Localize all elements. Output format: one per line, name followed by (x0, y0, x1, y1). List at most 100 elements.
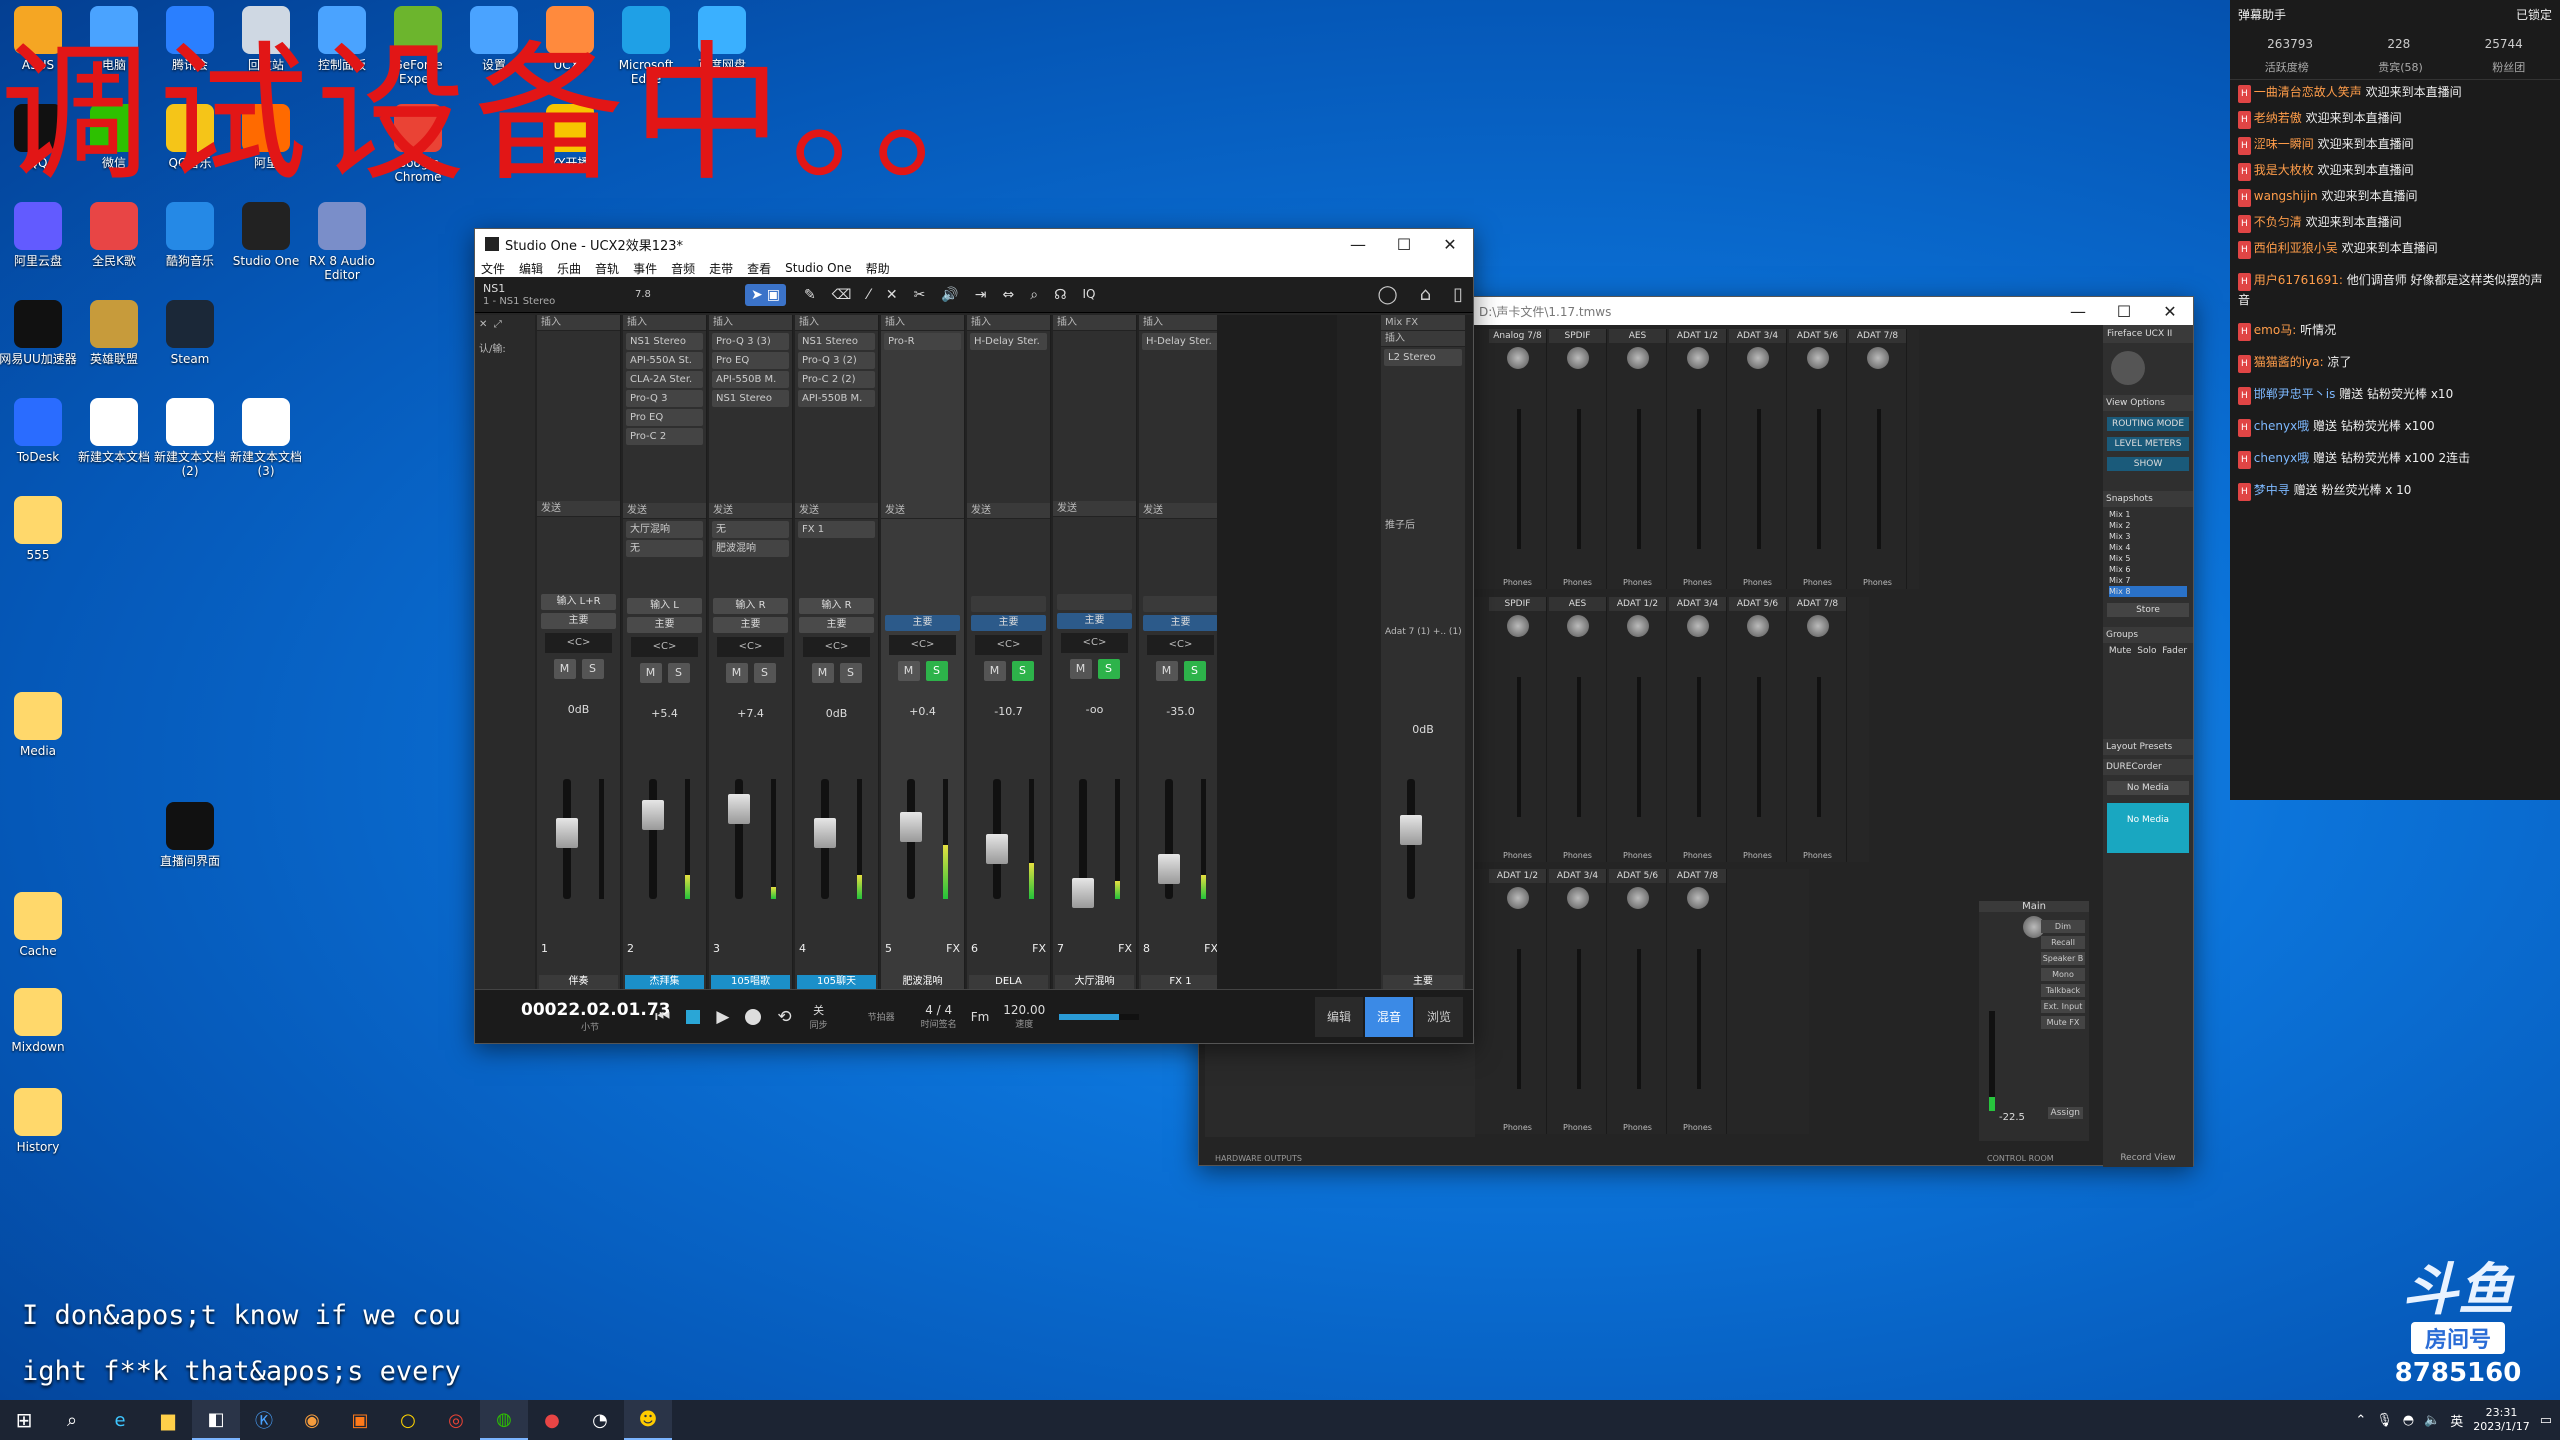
search-icon[interactable]: ⌕ (48, 1400, 96, 1440)
solo-button[interactable]: S (753, 663, 776, 683)
master-volume-slider[interactable] (1059, 1013, 1140, 1020)
close-button[interactable]: ✕ (1427, 235, 1473, 254)
gain-knob[interactable] (1686, 615, 1709, 637)
insert-slot[interactable]: Pro-C 2 (2) (798, 371, 875, 388)
douyu-task-icon[interactable]: ☻ (624, 1400, 672, 1440)
pan-control[interactable]: <C> (975, 635, 1042, 655)
fader-track[interactable] (1637, 409, 1641, 549)
key-value[interactable]: Fm (971, 1010, 990, 1024)
desktop-icon[interactable]: Media (0, 692, 78, 758)
iq-button[interactable]: IQ (1083, 287, 1096, 303)
desktop-icon[interactable]: ToDesk (0, 398, 78, 464)
insert-header[interactable]: 插入 (881, 315, 964, 331)
loop-icon[interactable]: ⟲ (777, 1007, 791, 1027)
desktop-icon[interactable]: 阿里云盘 (0, 202, 78, 268)
edge-icon[interactable]: e (96, 1400, 144, 1440)
insert-slot[interactable]: NS1 Stereo (712, 390, 789, 407)
desktop-icon[interactable]: History (0, 1088, 78, 1154)
channel-name[interactable]: 105唱歌 (711, 975, 790, 989)
fader-track[interactable] (1577, 677, 1581, 817)
mute-button[interactable]: M (897, 661, 920, 681)
store-button[interactable]: Store (2107, 603, 2189, 617)
app-task-icon[interactable]: ◉ (288, 1400, 336, 1440)
kugou-task-icon[interactable]: Ⓚ (240, 1400, 288, 1440)
insert-slot[interactable]: Pro-C 2 (626, 428, 703, 445)
zoom-icon[interactable]: ⌕ (1030, 287, 1038, 303)
solo-button[interactable]: S (1011, 661, 1034, 681)
gain-knob[interactable] (1746, 347, 1769, 369)
insert-header[interactable]: 插入 (709, 315, 792, 331)
input-selector[interactable] (1143, 596, 1218, 612)
desktop-icon[interactable]: 新建文本文档 (2) (150, 398, 230, 478)
main-output-button[interactable]: Ext. Input (2041, 1000, 2085, 1013)
insert-slot[interactable]: NS1 Stereo (798, 333, 875, 350)
snapshot-item[interactable]: Mix 4 (2109, 542, 2187, 553)
send-slot[interactable]: 无 (626, 540, 703, 557)
ime-language[interactable]: 英 (2450, 1411, 2463, 1430)
main-output-button[interactable]: Mono (2041, 968, 2085, 981)
send-header[interactable]: 发送 (1053, 501, 1136, 517)
danmaku-tab[interactable]: 活跃度榜 (2265, 59, 2309, 75)
timer-task-icon[interactable]: ◔ (576, 1400, 624, 1440)
send-slot[interactable]: 大厅混响 (626, 521, 703, 538)
studio-one-task-icon[interactable]: ◧ (192, 1400, 240, 1440)
send-slot[interactable]: FX 1 (798, 521, 875, 538)
chat-nickname[interactable]: 猫猫酱的iya: (2254, 355, 2324, 369)
volume-fader[interactable] (728, 794, 750, 824)
send-header[interactable]: 发送 (537, 501, 620, 517)
insert-slot[interactable]: Pro EQ (712, 352, 789, 369)
channel-name[interactable]: FX 1 (1141, 975, 1220, 989)
main-insert-slot[interactable]: L2 Stereo (1384, 349, 1462, 366)
snapshot-item[interactable]: Mix 6 (2109, 564, 2187, 575)
pan-control[interactable]: <C> (717, 637, 784, 657)
solo-button[interactable]: S (1097, 659, 1120, 679)
split-icon[interactable]: ✂ (914, 287, 926, 303)
maximize-button[interactable]: ☐ (2101, 302, 2147, 321)
solo-button[interactable]: S (1183, 661, 1206, 681)
gain-knob[interactable] (1626, 887, 1649, 909)
output-selector[interactable]: 主要 (713, 617, 788, 633)
chat-nickname[interactable]: 涩味一瞬间 (2254, 137, 2314, 151)
mute-button[interactable]: M (1069, 659, 1092, 679)
input-selector[interactable] (1057, 594, 1132, 610)
input-selector[interactable] (971, 596, 1046, 612)
time-display[interactable]: 00022.02.01.73 小节 (475, 1000, 671, 1033)
main-fader[interactable] (1400, 815, 1422, 845)
snapshot-item[interactable]: Mix 2 (2109, 520, 2187, 531)
insert-slot[interactable]: API-550B M. (798, 390, 875, 407)
input-selector[interactable] (885, 596, 960, 612)
output-selector[interactable]: 主要 (627, 617, 702, 633)
chat-nickname[interactable]: 老纳若傲 (2254, 111, 2302, 125)
volume-fader[interactable] (556, 818, 578, 848)
main-output-button[interactable]: Mute FX (2041, 1016, 2085, 1029)
mute-button[interactable]: M (553, 659, 576, 679)
desktop-icon[interactable]: Steam (150, 300, 230, 366)
fader-track[interactable] (1817, 409, 1821, 549)
pan-control[interactable]: <C> (803, 637, 870, 657)
input-selector[interactable]: 输入 L (627, 598, 702, 614)
view-tab[interactable]: 浏览 (1414, 996, 1463, 1037)
file-explorer-icon[interactable]: ▆ (144, 1400, 192, 1440)
input-selector[interactable]: 输入 R (799, 598, 874, 614)
insert-header[interactable]: 插入 (623, 315, 706, 331)
menu-item[interactable]: 音轨 (595, 260, 619, 277)
insert-slot[interactable]: Pro-R (884, 333, 961, 350)
collapse-icons[interactable]: ✕ ⤢ (475, 315, 535, 334)
fader-track[interactable] (1577, 409, 1581, 549)
output-selector[interactable]: 主要 (1143, 615, 1218, 631)
main-name[interactable]: 主要 (1383, 975, 1463, 989)
minimize-button[interactable]: — (1335, 235, 1381, 254)
panel-icon[interactable]: ▯ (1453, 284, 1463, 305)
gain-knob[interactable] (1626, 347, 1649, 369)
mute-button[interactable]: M (725, 663, 748, 683)
rewind-icon[interactable]: ⏮ (655, 1007, 670, 1027)
durecorder-header[interactable]: DURECorder (2103, 759, 2193, 775)
solo-button[interactable]: S (581, 659, 604, 679)
menu-item[interactable]: 事件 (633, 260, 657, 277)
user-icon[interactable]: ◯ (1378, 284, 1398, 305)
menu-item[interactable]: 乐曲 (557, 260, 581, 277)
insert-slot[interactable]: NS1 Stereo (626, 333, 703, 350)
pan-control[interactable]: <C> (631, 637, 698, 657)
notification-icon[interactable]: ▭ (2540, 1413, 2552, 1428)
volume-fader[interactable] (1158, 854, 1180, 884)
